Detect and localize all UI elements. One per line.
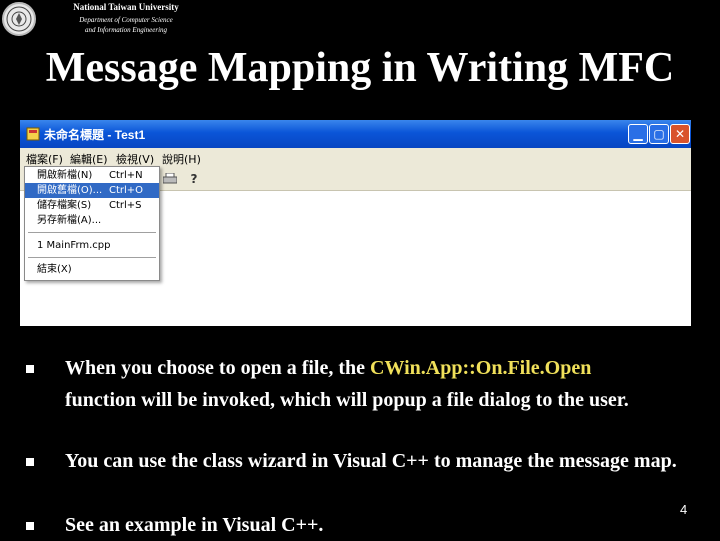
window-titlebar[interactable]: 未命名標題 - Test1 ▁ ▢ ✕ xyxy=(20,120,691,148)
menu-edit[interactable]: 編輯(E) xyxy=(70,151,108,167)
window-title: 未命名標題 - Test1 xyxy=(44,128,146,142)
department-name: Department of Computer Science and Infor… xyxy=(46,15,206,35)
menu-file[interactable]: 檔案(F) xyxy=(26,151,63,167)
maximize-button[interactable]: ▢ xyxy=(649,124,669,144)
menu-separator xyxy=(28,257,156,258)
bullet-text-1: When you choose to open a file, the CWin… xyxy=(65,357,629,411)
file-menu-dropdown: 開啟新檔(N) Ctrl+N 開啟舊檔(O)... Ctrl+O 儲存檔案(S)… xyxy=(24,166,160,281)
menu-bar: 檔案(F) 編輯(E) 檢視(V) 說明(H) xyxy=(20,148,691,168)
department-line-2: and Information Engineering xyxy=(84,26,168,34)
menu-separator xyxy=(28,232,156,233)
menu-item-save[interactable]: 儲存檔案(S) Ctrl+S xyxy=(25,198,159,213)
bullet-marker xyxy=(26,458,34,466)
menu-item-new[interactable]: 開啟新檔(N) Ctrl+N xyxy=(25,168,159,183)
bullet-marker xyxy=(26,522,34,530)
university-name: National Taiwan University xyxy=(73,2,179,12)
department-line-1: Department of Computer Science xyxy=(79,16,173,24)
print-icon[interactable] xyxy=(162,171,178,187)
menu-item-exit[interactable]: 結束(X) xyxy=(25,262,159,277)
menu-view[interactable]: 檢視(V) xyxy=(116,151,154,167)
university-seal-logo xyxy=(2,2,36,36)
minimize-button[interactable]: ▁ xyxy=(628,124,648,144)
app-icon xyxy=(26,127,40,141)
menu-help[interactable]: 說明(H) xyxy=(162,151,201,167)
bullet-text-3: See an example in Visual C++. xyxy=(65,514,324,536)
menu-item-recent-file[interactable]: 1 MainFrm.cpp xyxy=(25,238,159,253)
app-window: 未命名標題 - Test1 ▁ ▢ ✕ 檔案(F) 編輯(E) 檢視(V) 說明… xyxy=(20,120,691,326)
menu-item-open[interactable]: 開啟舊檔(O)... Ctrl+O xyxy=(25,183,159,198)
close-button[interactable]: ✕ xyxy=(670,124,690,144)
bullet-text-2: You can use the class wizard in Visual C… xyxy=(65,450,677,472)
bullet-marker xyxy=(26,365,34,373)
highlighted-function-name: CWin.App::On.File.Open xyxy=(370,357,592,379)
page-number: 4 xyxy=(680,502,688,517)
menu-item-save-as[interactable]: 另存新檔(A)... xyxy=(25,213,159,228)
slide-title: Message Mapping in Writing MFC xyxy=(45,45,675,91)
help-icon[interactable]: ? xyxy=(186,171,202,187)
